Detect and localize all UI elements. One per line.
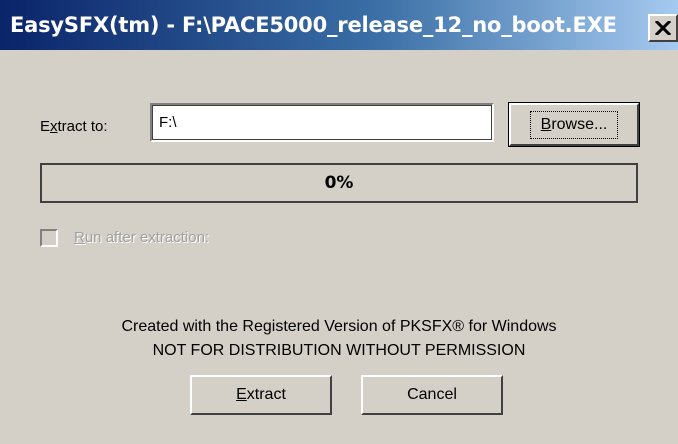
distribution-notice: NOT FOR DISTRIBUTION WITHOUT PERMISSION — [152, 342, 526, 359]
extract-to-accelerator: x — [50, 118, 58, 135]
extract-button[interactable]: Extract — [190, 375, 332, 415]
progress-percent: 0% — [324, 173, 354, 193]
extract-button-label: Extract — [236, 386, 286, 403]
registered-version-notice: Created with the Registered Version of P… — [121, 318, 557, 335]
cancel-button[interactable]: Cancel — [361, 375, 503, 415]
browse-button-label: Browse... — [529, 110, 619, 139]
close-x-icon — [655, 21, 671, 35]
run-after-extraction-label: Run after extraction: — [74, 229, 210, 246]
browse-button[interactable]: Browse... — [508, 102, 640, 147]
easysfx-dialog: EasySFX(tm) - F:\PACE5000_release_12_no_… — [0, 0, 678, 444]
title-bar[interactable]: EasySFX(tm) - F:\PACE5000_release_12_no_… — [0, 0, 678, 50]
run-after-extraction-checkbox[interactable] — [40, 229, 58, 247]
progress-bar: 0% — [40, 163, 638, 203]
window-title: EasySFX(tm) - F:\PACE5000_release_12_no_… — [10, 13, 617, 37]
extract-path-input[interactable] — [150, 103, 494, 142]
extract-to-label: Extract to: — [40, 118, 108, 135]
close-button[interactable] — [648, 14, 678, 42]
cancel-button-label: Cancel — [407, 386, 457, 403]
